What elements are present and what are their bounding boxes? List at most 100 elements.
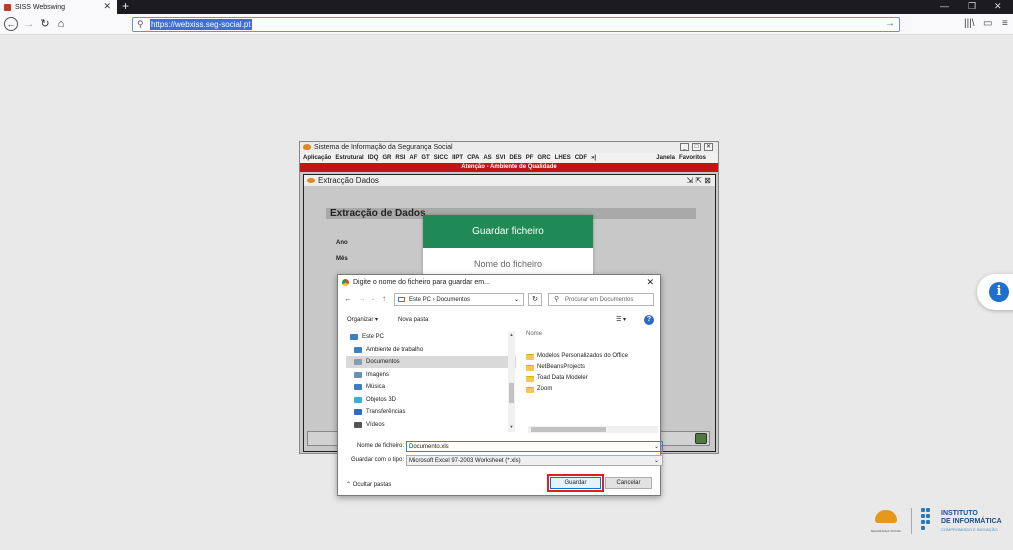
minimize-icon[interactable]: — bbox=[940, 1, 949, 11]
pc-icon bbox=[350, 334, 358, 340]
scroll-down-icon[interactable]: ▼ bbox=[508, 424, 515, 429]
app-menu-item[interactable]: CPA bbox=[467, 155, 479, 161]
scroll-up-icon[interactable]: ▲ bbox=[508, 332, 515, 337]
ii-logo-icon bbox=[921, 508, 930, 530]
path-segment-pc[interactable]: Este PC bbox=[409, 297, 431, 303]
app-menu-item[interactable]: GR bbox=[382, 155, 391, 161]
back-icon[interactable]: ← bbox=[344, 294, 352, 303]
maximize-icon[interactable]: ⇱ bbox=[695, 176, 702, 185]
refresh-icon[interactable]: ↻ bbox=[528, 293, 542, 306]
app-menu-item[interactable]: Aplicação bbox=[303, 155, 331, 161]
folder-icon bbox=[526, 376, 534, 382]
app-menu-item[interactable]: DES bbox=[509, 155, 521, 161]
nav-item[interactable]: Música bbox=[346, 381, 516, 393]
menu-icon[interactable]: ≡ bbox=[1002, 18, 1008, 29]
command-bar: Organizar ▾ Nova pasta ☰ ▾ ? bbox=[338, 313, 660, 327]
tab-close-icon[interactable]: ✕ bbox=[103, 1, 111, 12]
inner-close-icon[interactable]: ⊠ bbox=[704, 176, 711, 185]
restore-icon[interactable]: ❐ bbox=[968, 1, 976, 12]
nav-item[interactable]: Transferências bbox=[346, 406, 516, 418]
app-menu-item[interactable]: RSI bbox=[395, 155, 405, 161]
chevron-down-icon[interactable]: ⌄ bbox=[654, 442, 659, 452]
close-window-icon[interactable]: ✕ bbox=[994, 1, 1002, 12]
seguranca-social-logo: SEGURANÇA SOCIAL bbox=[870, 506, 902, 536]
app-menu-item-right[interactable]: Favoritos bbox=[679, 155, 706, 161]
file-list-item[interactable]: NetBeansProjects bbox=[526, 362, 585, 373]
chevron-down-icon[interactable]: ⌄ bbox=[514, 294, 519, 306]
app-menu-item[interactable]: GT bbox=[421, 155, 429, 161]
help-icon[interactable]: ? bbox=[644, 315, 654, 325]
modal-title: Guardar ficheiro bbox=[423, 215, 593, 248]
app-menubar: Aplicação Estrutural IDQ GR RSI AF GT SICC IIPT C… bbox=[300, 153, 718, 163]
hide-folders-toggle[interactable]: ⌃ Ocultar pastas bbox=[346, 481, 391, 488]
dialog-close-icon[interactable]: ✕ bbox=[646, 275, 654, 290]
nav-item[interactable]: Este PC bbox=[346, 331, 516, 343]
nav-item[interactable]: Vídeos bbox=[346, 419, 516, 431]
app-menu-item[interactable]: PF bbox=[526, 155, 534, 161]
url-bar[interactable]: ⚲ https://webxiss.seg-social.pt → bbox=[132, 17, 900, 32]
library-icon[interactable]: |||\ bbox=[964, 18, 975, 29]
info-icon[interactable]: i bbox=[989, 282, 1009, 302]
file-list-item[interactable]: Zoom bbox=[526, 384, 552, 395]
site-favicon-icon bbox=[4, 3, 11, 11]
app-minimize-icon[interactable]: _ bbox=[680, 143, 689, 151]
app-menu-item[interactable]: SICC bbox=[434, 155, 448, 161]
reload-icon[interactable]: ↻ bbox=[38, 17, 52, 31]
file-hscrollbar[interactable] bbox=[528, 426, 658, 433]
search-input[interactable]: ⚲ Procurar em Documentos bbox=[548, 293, 654, 306]
nav-item[interactable]: Ambiente de trabalho bbox=[346, 344, 516, 356]
app-menu-item[interactable]: IDQ bbox=[368, 155, 379, 161]
browser-nav-bar: ← → ↻ ⌂ ⚲ https://webxiss.seg-social.pt … bbox=[0, 14, 1013, 35]
hscroll-thumb[interactable] bbox=[531, 427, 606, 432]
home-icon[interactable]: ⌂ bbox=[54, 17, 68, 31]
nav-item[interactable]: Documentos bbox=[346, 356, 516, 368]
app-close-icon[interactable]: ✕ bbox=[704, 143, 713, 151]
recent-dropdown-icon[interactable]: ⌄ bbox=[371, 296, 375, 302]
new-tab-button[interactable]: + bbox=[122, 0, 129, 13]
filetype-select[interactable]: Microsoft Excel 97-2003 Worksheet (*.xls… bbox=[406, 455, 663, 466]
nav-item-label: Este PC bbox=[362, 334, 385, 340]
nav-item[interactable]: Imagens bbox=[346, 369, 516, 381]
app-menu-item-right[interactable]: Janela bbox=[656, 155, 675, 161]
go-arrow-icon[interactable]: → bbox=[885, 18, 895, 29]
app-menu-item[interactable]: »| bbox=[591, 155, 596, 161]
sidebar-icon[interactable]: ▭ bbox=[983, 18, 992, 29]
printer-icon[interactable] bbox=[695, 433, 707, 444]
app-menu-item[interactable]: Estrutural bbox=[335, 155, 363, 161]
cancel-button[interactable]: Cancelar bbox=[605, 477, 652, 489]
address-bar[interactable]: Este PC › Documentos ⌄ bbox=[394, 293, 524, 306]
filename-input[interactable]: Documento.xls ⌄ bbox=[406, 441, 663, 452]
path-segment-documents[interactable]: Documentos bbox=[436, 297, 470, 303]
save-button[interactable]: Guardar bbox=[550, 477, 601, 489]
url-text[interactable]: https://webxiss.seg-social.pt bbox=[150, 19, 252, 30]
app-menu-item[interactable]: LHES bbox=[555, 155, 571, 161]
app-menu-item[interactable]: AF bbox=[409, 155, 417, 161]
ss-small-logo-icon bbox=[307, 178, 315, 183]
view-options-icon[interactable]: ☰ ▾ bbox=[616, 313, 626, 327]
scroll-thumb[interactable] bbox=[509, 383, 514, 403]
forward-icon[interactable]: → bbox=[358, 294, 366, 303]
browser-tab[interactable]: SISS Webswing ✕ bbox=[0, 0, 117, 14]
app-menu-item[interactable]: IIPT bbox=[452, 155, 463, 161]
address-row: ← → ⌄ ↑ Este PC › Documentos ⌄ ↻ ⚲ Procu… bbox=[338, 292, 660, 308]
chevron-down-icon[interactable]: ⌄ bbox=[654, 456, 659, 466]
forward-icon[interactable]: → bbox=[22, 17, 36, 31]
detach-icon[interactable]: ⇲ bbox=[686, 176, 693, 185]
new-folder-button[interactable]: Nova pasta bbox=[398, 313, 428, 327]
app-menu-item[interactable]: GRC bbox=[537, 155, 550, 161]
file-list-item[interactable]: Modelos Personalizados do Office bbox=[526, 351, 628, 362]
app-maximize-icon[interactable]: □ bbox=[692, 143, 701, 151]
organize-button[interactable]: Organizar ▾ bbox=[347, 313, 378, 327]
column-header-name[interactable]: Nome bbox=[524, 331, 658, 341]
app-menu-item[interactable]: SVI bbox=[496, 155, 506, 161]
filename-field[interactable]: Nome do ficheiro bbox=[423, 259, 593, 269]
back-icon[interactable]: ← bbox=[4, 17, 18, 31]
file-list-item[interactable]: Toad Data Modeler bbox=[526, 373, 588, 384]
nav-scrollbar[interactable]: ▲ ▼ bbox=[508, 331, 515, 432]
app-menu-item[interactable]: CDF bbox=[575, 155, 587, 161]
info-bubble[interactable]: i bbox=[977, 274, 1013, 310]
up-icon[interactable]: ↑ bbox=[382, 294, 386, 303]
nav-item[interactable]: Objetos 3D bbox=[346, 394, 516, 406]
app-menu-item[interactable]: AS bbox=[483, 155, 491, 161]
environment-alert: Atenção - Ambiente de Qualidade bbox=[300, 163, 718, 172]
